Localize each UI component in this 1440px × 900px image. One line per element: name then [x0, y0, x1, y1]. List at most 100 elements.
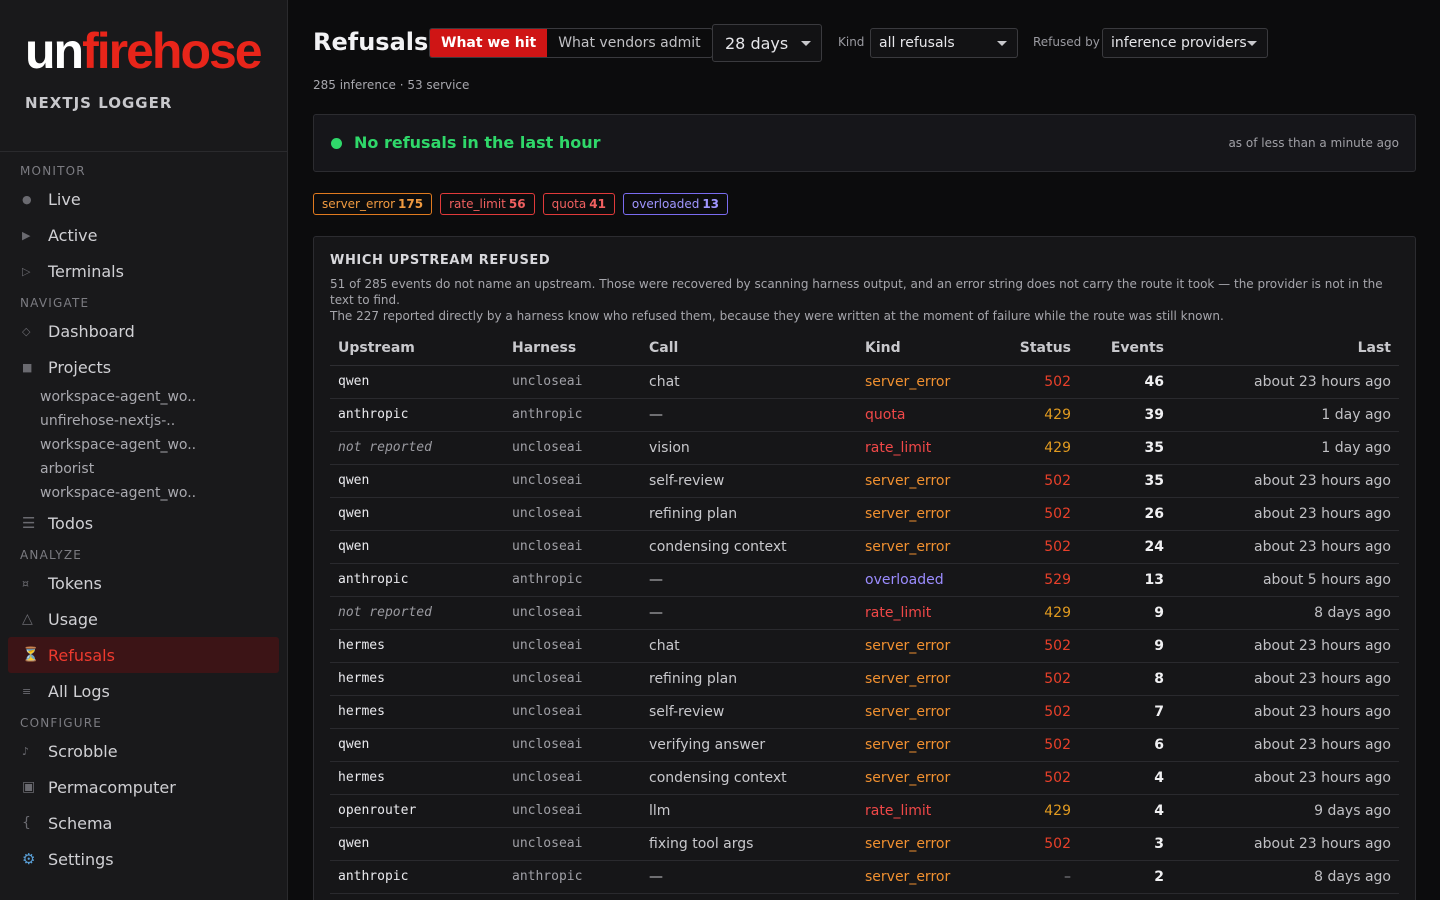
cell-kind: server_error — [857, 365, 977, 399]
sidebar-nav: MONITOR ● Live ▶ Active ▷ Terminals NAVIGAT… — [0, 152, 287, 877]
chip-rate-limit[interactable]: rate_limit 56 — [440, 193, 535, 215]
cell-upstream: anthropic — [330, 860, 504, 894]
column-header-upstream[interactable]: Upstream — [330, 332, 504, 366]
column-header-last[interactable]: Last — [1172, 332, 1399, 366]
table-row[interactable]: not reported uncloseai — rate_limit 429 9 8 da… — [330, 596, 1399, 630]
cell-upstream: anthropic — [330, 563, 504, 597]
column-header-status[interactable]: Status — [977, 332, 1079, 366]
column-header-kind[interactable]: Kind — [857, 332, 977, 366]
sidebar-item-label: Dashboard — [48, 321, 135, 341]
cell-last: about 23 hours ago — [1172, 464, 1399, 498]
column-header-events[interactable]: Events — [1079, 332, 1172, 366]
table-row[interactable]: qwen uncloseai refining plan server_error 50… — [330, 497, 1399, 531]
diamond-icon: ◇ — [22, 324, 31, 338]
toggle-what-we-hit[interactable]: What we hit — [430, 29, 548, 57]
cell-events: 8 — [1079, 662, 1172, 696]
computer-icon: ▣ — [22, 779, 36, 795]
status-timestamp: as of less than a minute ago — [1228, 136, 1399, 150]
refused-by-select[interactable]: inference providers — [1102, 28, 1268, 58]
chip-label: server_error — [322, 197, 396, 211]
cell-events: 4 — [1079, 794, 1172, 828]
cell-harness: uncloseai — [504, 497, 641, 531]
sidebar-item-projects[interactable]: ■ Projects — [8, 349, 279, 385]
cell-status: 502 — [977, 827, 1079, 861]
table-row[interactable]: anthropic anthropic — quota 429 39 1 day ago — [330, 398, 1399, 432]
cell-last: 1 day ago — [1172, 398, 1399, 432]
cell-last: 8 days ago — [1172, 596, 1399, 630]
project-item[interactable]: arborist — [0, 457, 287, 481]
chip-count: 13 — [702, 197, 720, 211]
range-select[interactable]: 28 days — [712, 24, 822, 62]
sidebar-item-permacomputer[interactable]: ▣ Permacomputer — [8, 769, 279, 805]
cell-status: 429 — [977, 398, 1079, 432]
cell-events: 7 — [1079, 695, 1172, 729]
cell-call: self-review — [641, 464, 857, 498]
column-header-harness[interactable]: Harness — [504, 332, 641, 366]
chip-server-error[interactable]: server_error 175 — [313, 193, 433, 215]
dot-icon: ● — [22, 192, 32, 206]
logo-part-1: un — [25, 23, 84, 79]
cell-call: refining plan — [641, 497, 857, 531]
cell-last: about 23 hours ago — [1172, 761, 1399, 795]
table-row[interactable]: qwen uncloseai condensing context server_er… — [330, 530, 1399, 564]
cell-events: 9 — [1079, 596, 1172, 630]
sidebar-item-live[interactable]: ● Live — [8, 181, 279, 217]
cell-upstream: not reported — [330, 596, 504, 630]
project-item[interactable]: unfirehose-nextjs-.. — [0, 409, 287, 433]
project-item[interactable]: workspace-agent_wo.. — [0, 433, 287, 457]
cell-harness: uncloseai — [504, 596, 641, 630]
sidebar-item-refusals[interactable]: ⏳ Refusals — [8, 637, 279, 673]
cell-call: — — [641, 398, 857, 432]
table-row[interactable]: qwen uncloseai self-review server_error 502 3… — [330, 464, 1399, 498]
square-icon: ■ — [22, 360, 33, 374]
sidebar-item-label: Settings — [48, 849, 114, 869]
sidebar-item-dashboard[interactable]: ◇ Dashboard — [8, 313, 279, 349]
table-row[interactable]: hermes uncloseai self-review server_error 50… — [330, 695, 1399, 729]
chip-overloaded[interactable]: overloaded 13 — [622, 193, 729, 215]
sidebar-item-settings[interactable]: ⚙ Settings — [8, 841, 279, 877]
table-body: qwen uncloseai chat server_error 502 46 about … — [330, 365, 1399, 900]
sidebar-item-label: All Logs — [48, 681, 110, 701]
cell-call: refining plan — [641, 662, 857, 696]
sidebar-item-tokens[interactable]: ¤ Tokens — [8, 565, 279, 601]
sidebar-item-label: Scrobble — [48, 741, 118, 761]
sidebar-item-label: Refusals — [48, 645, 115, 665]
sidebar-item-terminals[interactable]: ▷ Terminals — [8, 253, 279, 289]
table-row[interactable]: not reported uncloseai vision rate_limit 429… — [330, 431, 1399, 465]
table-row[interactable]: hermes uncloseai refining plan server_error… — [330, 662, 1399, 696]
toggle-what-vendors-admit[interactable]: What vendors admit — [547, 29, 711, 57]
table-row[interactable]: qwen uncloseai fixing tool args server_erro… — [330, 827, 1399, 861]
sidebar-item-active[interactable]: ▶ Active — [8, 217, 279, 253]
table-row[interactable]: qwen uncloseai chat server_error 502 46 about … — [330, 365, 1399, 399]
cell-last: about 23 hours ago — [1172, 497, 1399, 531]
table-row[interactable]: anthropic anthropic — overloaded 529 13 about … — [330, 563, 1399, 597]
view-toggle: What we hit What vendors admit — [429, 28, 713, 58]
table-row[interactable]: qwen uncloseai verifying answer server_erro… — [330, 728, 1399, 762]
table-row[interactable]: hermes uncloseai chat server_error 502 9 about… — [330, 629, 1399, 663]
cell-upstream: openrouter — [330, 794, 504, 828]
sidebar-item-schema[interactable]: {Schema — [8, 805, 279, 841]
cell-upstream: qwen — [330, 530, 504, 564]
sidebar-item-scrobble[interactable]: ♪ Scrobble — [8, 733, 279, 769]
project-item[interactable]: workspace-agent_wo.. — [0, 481, 287, 505]
chip-quota[interactable]: quota 41 — [542, 193, 615, 215]
table-row[interactable]: hermes uncloseai condensing context server_… — [330, 761, 1399, 795]
prompt-icon: ▷ — [22, 264, 31, 278]
cell-harness: anthropic — [504, 563, 641, 597]
column-header-call[interactable]: Call — [641, 332, 857, 366]
cell-call: — — [641, 596, 857, 630]
app-logo[interactable]: unfirehose — [25, 26, 287, 76]
cell-status: 502 — [977, 662, 1079, 696]
sidebar-item-usage[interactable]: △ Usage — [8, 601, 279, 637]
cell-status: 502 — [977, 464, 1079, 498]
table-row[interactable]: anthropic anthropic — server_error –2 8 days … — [330, 860, 1399, 894]
cell-harness: uncloseai — [504, 761, 641, 795]
table-row[interactable]: not reportedanthropic—quota–1about 5 hou… — [330, 893, 1399, 900]
sidebar-item-todos[interactable]: ☰ Todos — [8, 505, 279, 541]
cell-last: about 23 hours ago — [1172, 629, 1399, 663]
sidebar-item-all-logs[interactable]: ≡ All Logs — [8, 673, 279, 709]
cell-events: 9 — [1079, 629, 1172, 663]
kind-select[interactable]: all refusals — [870, 28, 1018, 58]
project-item[interactable]: workspace-agent_wo.. — [0, 385, 287, 409]
table-row[interactable]: openrouter uncloseai llm rate_limit 429 4 9 da… — [330, 794, 1399, 828]
